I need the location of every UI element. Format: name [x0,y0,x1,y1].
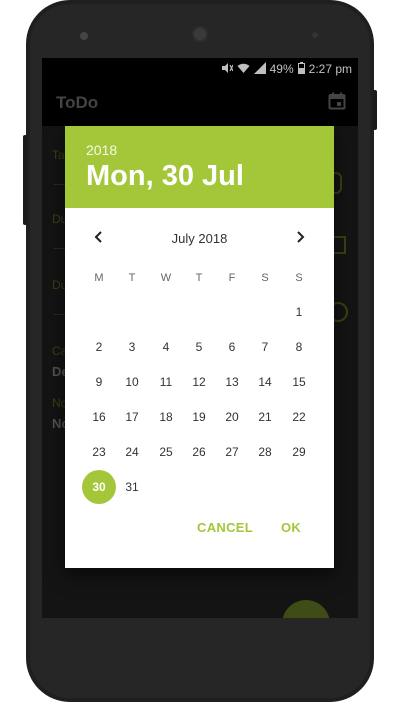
month-navigation: July 2018 [65,226,334,252]
calendar-day[interactable]: 22 [282,400,316,434]
calendar-day[interactable]: 5 [182,330,216,364]
calendar-day[interactable]: 6 [215,330,249,364]
weekday-wednesday: W [160,272,172,284]
date-picker-dialog: 2018 Mon, 30 Jul July 2018 M T W T F S S… [65,126,334,568]
volume-button [23,135,27,225]
sensor [312,32,318,38]
calendar-day[interactable]: 26 [182,435,216,469]
next-month-button[interactable] [287,226,313,252]
calendar-day[interactable]: 7 [248,330,282,364]
header-year[interactable]: 2018 [86,142,117,158]
calendar-day[interactable]: 4 [149,330,183,364]
calendar-day[interactable]: 14 [248,365,282,399]
front-camera [80,32,88,40]
chevron-right-icon [295,230,305,248]
calendar-day[interactable]: 16 [82,400,116,434]
calendar-day[interactable]: 12 [182,365,216,399]
calendar-day[interactable]: 21 [248,400,282,434]
calendar-day[interactable]: 29 [282,435,316,469]
calendar-day-selected[interactable]: 30 [82,470,116,504]
calendar-day[interactable]: 20 [215,400,249,434]
weekday-monday: M [94,272,104,284]
calendar-day[interactable]: 25 [149,435,183,469]
calendar-day[interactable]: 17 [115,400,149,434]
calendar-day[interactable]: 13 [215,365,249,399]
calendar-day[interactable]: 10 [115,365,149,399]
weekday-thursday: T [195,272,203,284]
calendar-day[interactable]: 15 [282,365,316,399]
weekday-tuesday: T [128,272,136,284]
calendar-day[interactable]: 27 [215,435,249,469]
calendar-day[interactable]: 31 [115,470,149,504]
calendar-day[interactable]: 19 [182,400,216,434]
calendar-day[interactable]: 3 [115,330,149,364]
calendar-day[interactable]: 23 [82,435,116,469]
calendar-day[interactable]: 1 [282,295,316,329]
calendar-day[interactable]: 11 [149,365,183,399]
weekday-friday: F [228,272,236,284]
earpiece-speaker [192,26,208,42]
weekday-sunday: S [295,272,303,284]
calendar-day[interactable]: 24 [115,435,149,469]
cancel-button[interactable]: CANCEL [197,520,253,535]
calendar-day[interactable]: 28 [248,435,282,469]
calendar-day[interactable]: 8 [282,330,316,364]
header-selected-date[interactable]: Mon, 30 Jul [86,160,244,193]
date-picker-header: 2018 Mon, 30 Jul [65,126,334,208]
weekday-saturday: S [261,272,269,284]
calendar-day[interactable]: 18 [149,400,183,434]
power-button [373,90,377,130]
calendar-day[interactable]: 2 [82,330,116,364]
ok-button[interactable]: OK [281,520,301,535]
calendar-day[interactable]: 9 [82,365,116,399]
